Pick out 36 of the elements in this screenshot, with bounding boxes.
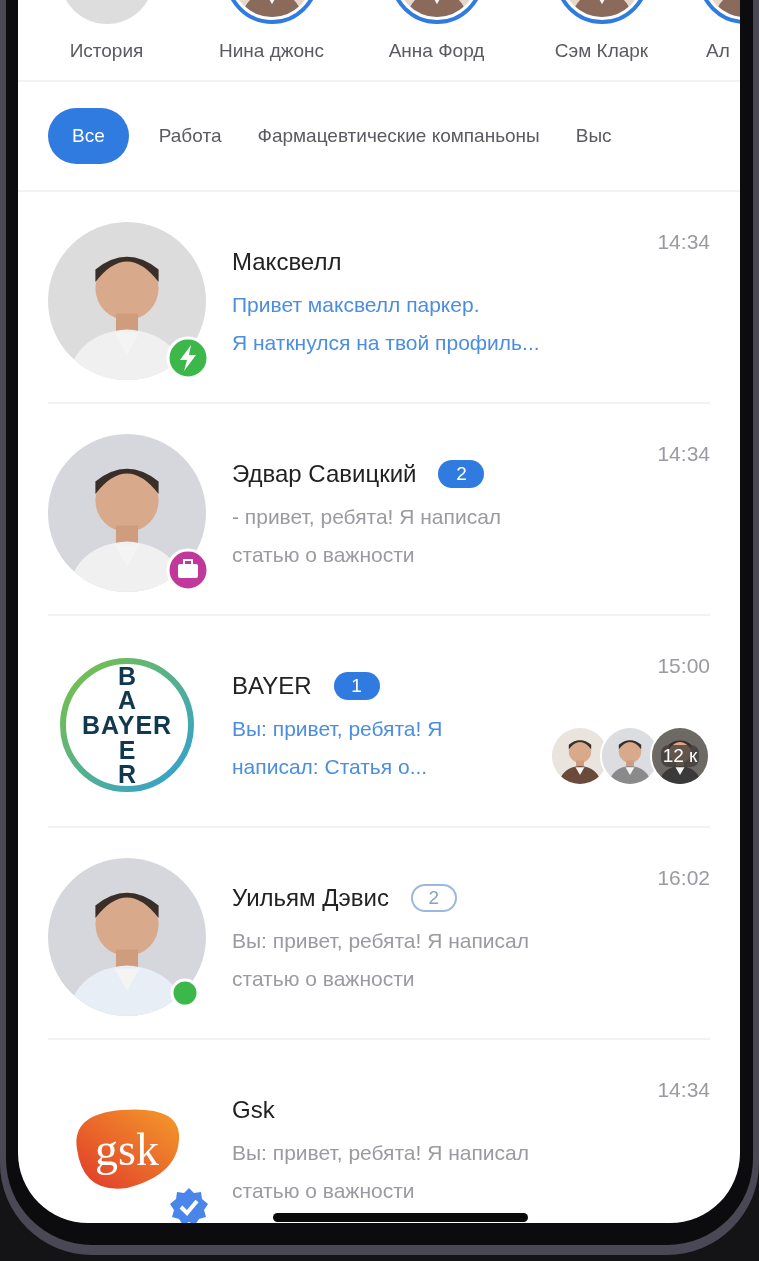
chat-row[interactable]: Эдвар Савицкий 2 - привет, ребята! Я написал статью о важности 14:34 bbox=[18, 404, 740, 616]
message-time: 16:02 bbox=[657, 866, 710, 890]
chat-row[interactable]: Максвелл Привет максвелл паркер. Я наткнулся на твой профиль... 14:34 bbox=[18, 192, 740, 404]
contact-name: BAYER bbox=[232, 672, 312, 700]
story-name: История bbox=[69, 40, 144, 62]
message-time: 14:34 bbox=[657, 230, 710, 254]
message-preview: Вы: привет, ребята! Я написал статью о важности bbox=[232, 928, 529, 992]
message-preview: - привет, ребята! Я написал статью о важности bbox=[232, 504, 502, 568]
story-name: Нина джонс bbox=[219, 40, 324, 62]
contact-name: Максвелл bbox=[232, 248, 342, 276]
contact-name: Gsk bbox=[232, 1096, 275, 1124]
logo-text: BA bbox=[116, 663, 138, 713]
filter-tab[interactable]: Работа bbox=[152, 109, 228, 163]
filter-tab[interactable]: Фармацевтические компаньоны bbox=[251, 109, 546, 163]
member-count: 12 к bbox=[660, 745, 700, 767]
chat-row[interactable]: BA BAYER ER BAYER 1 Вы: привет, ребята! Я написал: Статья о... 15:00 12 к bbox=[18, 616, 740, 828]
unread-badge: 2 bbox=[438, 460, 485, 488]
contact-name: Эдвар Савицкий bbox=[232, 460, 417, 488]
message-time: 14:34 bbox=[657, 1078, 710, 1102]
unread-badge: 2 bbox=[410, 884, 457, 912]
message-preview: Вы: привет, ребята! Я написал статью о важности bbox=[232, 1140, 529, 1204]
logo-text: gsk bbox=[95, 1122, 159, 1176]
story-name: Ал bbox=[706, 40, 730, 62]
message-time: 14:34 bbox=[657, 442, 710, 466]
filter-tab[interactable]: Все bbox=[48, 108, 129, 164]
message-time: 15:00 bbox=[657, 654, 710, 678]
chat-row[interactable]: Уильям Дэвис 2 Вы: привет, ребята! Я написал статью о важности 16:02 bbox=[18, 828, 740, 1040]
filter-tab[interactable]: Выс bbox=[569, 109, 618, 163]
logo-text: BAYER bbox=[81, 712, 173, 738]
story-name: Анна Форд bbox=[388, 40, 485, 62]
unread-badge: 1 bbox=[333, 672, 380, 700]
story-name: Сэм Кларк bbox=[554, 40, 649, 62]
logo-text: ER bbox=[116, 737, 138, 787]
message-preview: Привет максвелл паркер. Я наткнулся на твой профиль... bbox=[232, 292, 540, 356]
contact-name: Уильям Дэвис bbox=[232, 884, 389, 912]
message-preview: Вы: привет, ребята! Я написал: Статья о... bbox=[232, 716, 443, 780]
